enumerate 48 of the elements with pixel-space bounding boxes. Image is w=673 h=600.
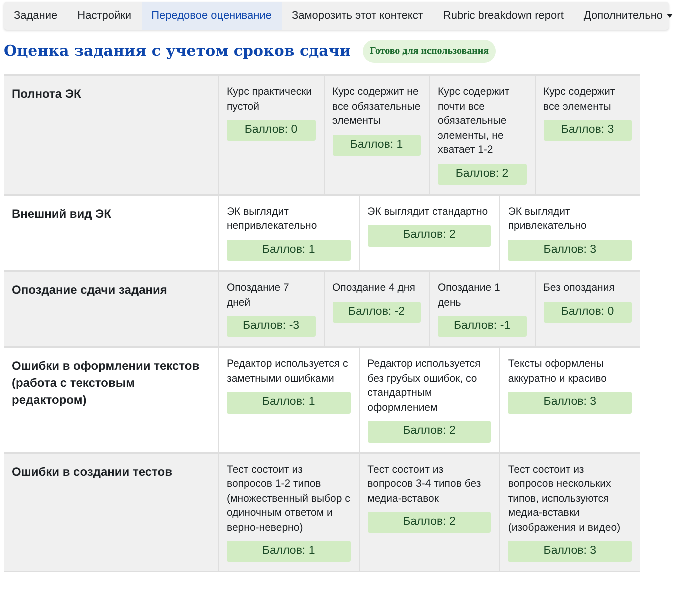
level-description: Курс содержит не все обязательные элементы — [332, 85, 421, 128]
score-label: Баллов: 0 — [227, 120, 316, 142]
score-label: Баллов: 2 — [368, 421, 492, 442]
level-description: ЭК выглядит стандартно — [368, 204, 490, 220]
criterion-label: Ошибки в создании тестов — [12, 464, 174, 480]
level-description: Опоздание 4 дня — [332, 281, 416, 296]
criterion-label: Полнота ЭК — [12, 86, 82, 103]
status-badge: Готово для использования — [362, 40, 496, 63]
nav-tab[interactable]: Rubric breakdown report — [433, 2, 574, 30]
page-title: Оценка задания с учетом сроков сдачи — [4, 42, 351, 61]
score-label: Баллов: 2 — [368, 512, 492, 534]
level-description: Редактор используется без грубых ошибок, со стандартным оформлением — [368, 357, 482, 416]
level-description: Редактор используется с заметными ошибками — [227, 357, 350, 386]
nav-tab[interactable]: Заморозить этот контекст — [282, 2, 434, 30]
criterion-label: Ошибки в оформлении текстов (работа с текстовым редактором) — [12, 358, 201, 410]
level-description: ЭК выглядит привлекательно — [508, 204, 588, 234]
score-label: Баллов: 3 — [508, 240, 632, 261]
level-description: Курс содержит почти все обязательные элементы, не хватает 1-2 — [438, 85, 511, 158]
criterion-label: Внешний вид ЭК — [12, 206, 112, 223]
nav-tab[interactable]: Задание — [4, 2, 68, 30]
criterion-label: Опоздание сдачи задания — [12, 282, 168, 299]
nav-tab[interactable]: Передовое оценивание — [142, 2, 282, 30]
level-description: Тест состоит из вопросов нескольких типов, используются медиа-вставки (изображения и видео) — [508, 462, 622, 535]
level-description: ЭК выглядит непривлекательно — [227, 204, 318, 234]
score-label: Баллов: -3 — [227, 316, 316, 338]
score-label: Баллов: 1 — [227, 541, 351, 562]
score-label: Баллов: 3 — [544, 120, 632, 142]
score-label: Баллов: 0 — [544, 302, 632, 323]
level-description: Без опоздания — [544, 281, 616, 296]
level-description: Курс практически пустой — [227, 85, 314, 114]
score-label: Баллов: 3 — [508, 541, 632, 562]
level-description: Курс содержит все элементы — [544, 85, 616, 114]
score-label: Баллов: 2 — [368, 225, 492, 246]
level-description: Опоздание 7 дней — [227, 281, 290, 310]
level-description: Тест состоит из вопросов 3-4 типов без медиа-вставок — [368, 462, 482, 506]
level-description: Опоздание 1 день — [438, 281, 502, 310]
caret-icon — [667, 14, 673, 18]
nav-tab[interactable]: Настройки — [68, 2, 142, 30]
score-label: Баллов: -2 — [332, 302, 421, 323]
level-description: Тексты оформлены аккуратно и красиво — [508, 357, 608, 386]
score-label: Баллов: 1 — [332, 134, 421, 156]
score-label: Баллов: 1 — [227, 392, 351, 414]
score-label: Баллов: -1 — [438, 316, 526, 338]
score-label: Баллов: 3 — [508, 392, 632, 414]
score-label: Баллов: 1 — [227, 240, 351, 261]
nav-tab[interactable]: Дополнительно — [574, 2, 673, 30]
score-label: Баллов: 2 — [438, 164, 526, 185]
level-description: Тест состоит из вопросов 1-2 типов (множественный выбор с одиночным ответом и верно-неверно) — [227, 462, 351, 535]
